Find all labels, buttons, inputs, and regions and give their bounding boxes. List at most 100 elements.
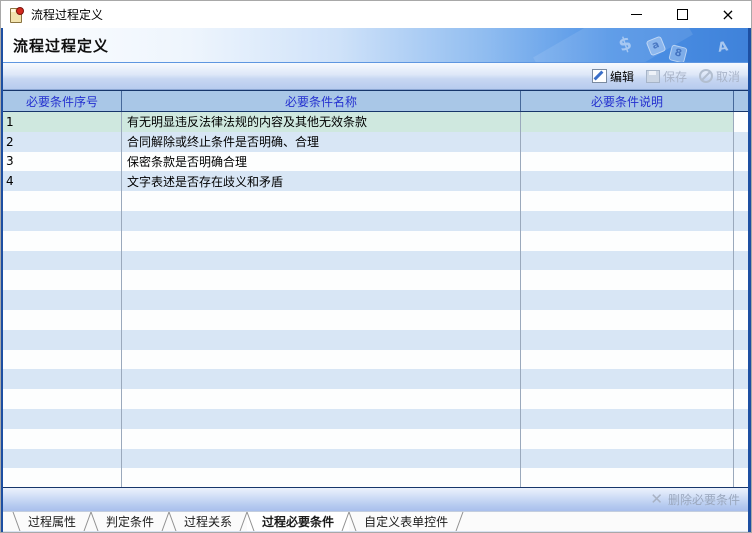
cell-filler: [734, 251, 748, 271]
app-icon: [9, 7, 25, 23]
tab-1[interactable]: 过程属性: [13, 512, 91, 531]
cell-name[interactable]: 文字表述是否存在歧义和矛盾: [122, 171, 521, 191]
cell-seq: [3, 350, 122, 370]
cell-seq: [3, 270, 122, 290]
edit-button[interactable]: 编辑: [588, 66, 638, 87]
cell-seq[interactable]: 1: [3, 112, 122, 132]
cell-filler: [734, 191, 748, 211]
cell-name[interactable]: 合同解除或终止条件是否明确、合理: [122, 132, 521, 152]
cell-desc[interactable]: [521, 152, 734, 172]
cell-name: [122, 290, 521, 310]
cell-filler: [734, 369, 748, 389]
cell-seq[interactable]: 3: [3, 152, 122, 172]
cell-filler: [734, 171, 748, 191]
header-seq[interactable]: 必要条件序号: [3, 91, 122, 111]
cell-name: [122, 350, 521, 370]
table-row[interactable]: 2合同解除或终止条件是否明确、合理: [3, 132, 748, 152]
save-button[interactable]: 保存: [642, 66, 691, 87]
maximize-button[interactable]: [659, 1, 705, 28]
cell-filler: [734, 310, 748, 330]
cell-desc[interactable]: [521, 112, 734, 132]
cell-filler: [734, 132, 748, 152]
edit-button-label: 编辑: [610, 68, 634, 85]
cell-seq: [3, 290, 122, 310]
cell-seq[interactable]: 4: [3, 171, 122, 191]
cell-filler: [734, 290, 748, 310]
delete-condition-button[interactable]: ✕ 删除必要条件: [650, 491, 740, 508]
cell-desc: [521, 389, 734, 409]
cell-desc: [521, 449, 734, 469]
cell-seq: [3, 310, 122, 330]
maximize-icon: [677, 9, 688, 20]
cell-name[interactable]: 有无明显违反法律法规的内容及其他无效条款: [122, 112, 521, 132]
table-row[interactable]: 4文字表述是否存在歧义和矛盾: [3, 171, 748, 191]
cell-filler: [734, 231, 748, 251]
table-row-empty: [3, 409, 748, 429]
edit-pencil-icon: [592, 69, 607, 83]
cell-name: [122, 449, 521, 469]
cell-filler: [734, 350, 748, 370]
table-row-empty: [3, 330, 748, 350]
cancel-slash-icon: [699, 69, 713, 83]
tab-3[interactable]: 过程关系: [169, 512, 247, 531]
tab-5[interactable]: 自定义表单控件: [349, 512, 463, 531]
cell-name[interactable]: 保密条款是否明确合理: [122, 152, 521, 172]
dice-decor-icon: 8: [668, 44, 687, 63]
minimize-icon: [631, 14, 642, 15]
header-banner: 流程过程定义 $ a 8 A: [3, 28, 748, 63]
cell-desc: [521, 310, 734, 330]
cell-desc: [521, 231, 734, 251]
window-body: 流程过程定义 $ a 8 A 编辑 保存 取消 必要条件序号: [1, 28, 751, 533]
table-body: 1有无明显违反法律法规的内容及其他无效条款2合同解除或终止条件是否明确、合理3保…: [3, 112, 748, 487]
cell-filler: [734, 330, 748, 350]
table-row[interactable]: 1有无明显违反法律法规的内容及其他无效条款: [3, 112, 748, 132]
cell-desc: [521, 409, 734, 429]
tab-4-selected[interactable]: 过程必要条件: [247, 512, 349, 531]
cell-desc: [521, 369, 734, 389]
window-title: 流程过程定义: [31, 6, 103, 23]
cell-desc: [521, 350, 734, 370]
save-disk-icon: [646, 70, 660, 83]
cell-desc: [521, 251, 734, 271]
tab-2[interactable]: 判定条件: [91, 512, 169, 531]
cell-seq: [3, 468, 122, 487]
app-icon-dot: [16, 7, 24, 15]
cancel-button[interactable]: 取消: [695, 66, 744, 87]
cell-filler: [734, 429, 748, 449]
cell-desc: [521, 468, 734, 487]
delete-button-label: 删除必要条件: [668, 491, 740, 508]
page-title: 流程过程定义: [13, 35, 109, 56]
minimize-button[interactable]: [613, 1, 659, 28]
header-name[interactable]: 必要条件名称: [122, 91, 521, 111]
cell-filler: [734, 449, 748, 469]
toolbar: 编辑 保存 取消: [3, 63, 748, 90]
cell-filler: [734, 270, 748, 290]
table-row-empty: [3, 369, 748, 389]
cell-name: [122, 270, 521, 290]
tab-bar: 过程属性判定条件过程关系过程必要条件自定义表单控件: [3, 512, 748, 531]
app-window: 流程过程定义 × 流程过程定义 $ a 8 A 编辑: [0, 0, 752, 533]
table-row-empty: [3, 290, 748, 310]
header-desc[interactable]: 必要条件说明: [521, 91, 734, 111]
table-row-empty: [3, 251, 748, 271]
footer-bar: ✕ 删除必要条件: [3, 488, 748, 512]
delete-x-icon: ✕: [650, 492, 663, 507]
cell-filler: [734, 389, 748, 409]
cell-name: [122, 468, 521, 487]
close-button[interactable]: ×: [705, 1, 751, 28]
letter-decor-icon: A: [717, 39, 730, 56]
cell-name: [122, 211, 521, 231]
window-controls: ×: [613, 1, 751, 28]
table-row-empty: [3, 191, 748, 211]
cell-filler: [734, 211, 748, 231]
cell-name: [122, 251, 521, 271]
cell-name: [122, 409, 521, 429]
app-icon-fold: [11, 9, 15, 12]
cell-desc: [521, 191, 734, 211]
cell-desc[interactable]: [521, 171, 734, 191]
cell-desc[interactable]: [521, 132, 734, 152]
cell-name: [122, 389, 521, 409]
cell-seq[interactable]: 2: [3, 132, 122, 152]
cell-seq: [3, 191, 122, 211]
table-row[interactable]: 3保密条款是否明确合理: [3, 152, 748, 172]
